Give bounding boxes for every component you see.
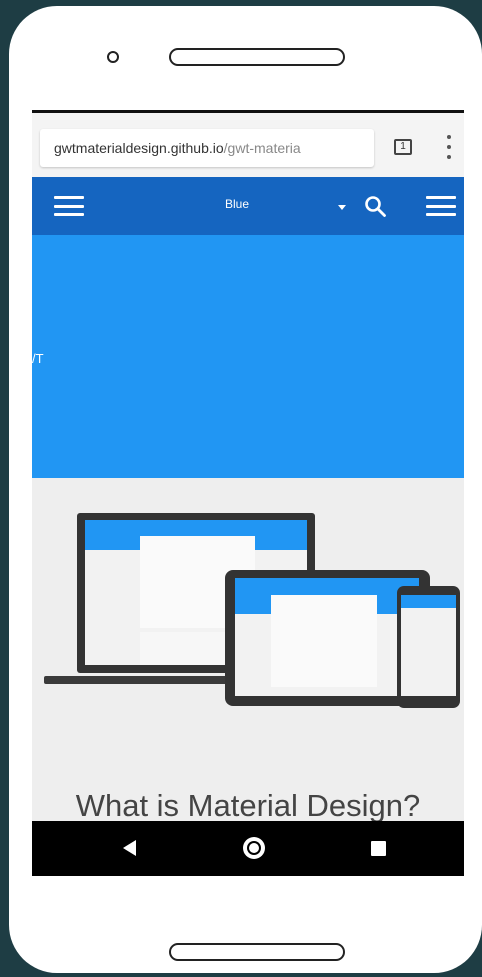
url-path: /gwt-materia	[223, 140, 301, 156]
chevron-down-icon[interactable]	[338, 205, 346, 210]
hero-partial-text: /T	[32, 351, 44, 366]
section-heading: What is Material Design?	[75, 788, 421, 823]
address-bar[interactable]: gwtmaterialdesign.github.io/gwt-materia	[40, 129, 374, 167]
phone-bottom-slot	[169, 943, 345, 961]
url-host: gwtmaterialdesign.github.io	[54, 140, 224, 156]
hamburger-menu-icon[interactable]	[54, 196, 84, 216]
tab-switcher-button[interactable]: 1	[394, 139, 412, 155]
system-navigation-bar	[32, 821, 464, 876]
camera-icon	[107, 51, 119, 63]
search-icon[interactable]	[363, 194, 387, 218]
right-menu-icon[interactable]	[426, 196, 456, 216]
device-screen: gwtmaterialdesign.github.io/gwt-materia …	[32, 110, 464, 876]
app-bar: Blue	[32, 177, 464, 235]
back-icon[interactable]	[123, 840, 136, 856]
home-icon[interactable]	[243, 837, 265, 859]
overflow-menu-icon[interactable]	[446, 135, 452, 159]
devices-illustration	[44, 513, 460, 708]
browser-toolbar: gwtmaterialdesign.github.io/gwt-materia …	[32, 110, 464, 177]
speaker-grille	[169, 48, 345, 66]
recents-icon[interactable]	[371, 841, 386, 856]
theme-select[interactable]: Blue	[202, 197, 272, 211]
hero-banner: /T	[32, 235, 464, 478]
